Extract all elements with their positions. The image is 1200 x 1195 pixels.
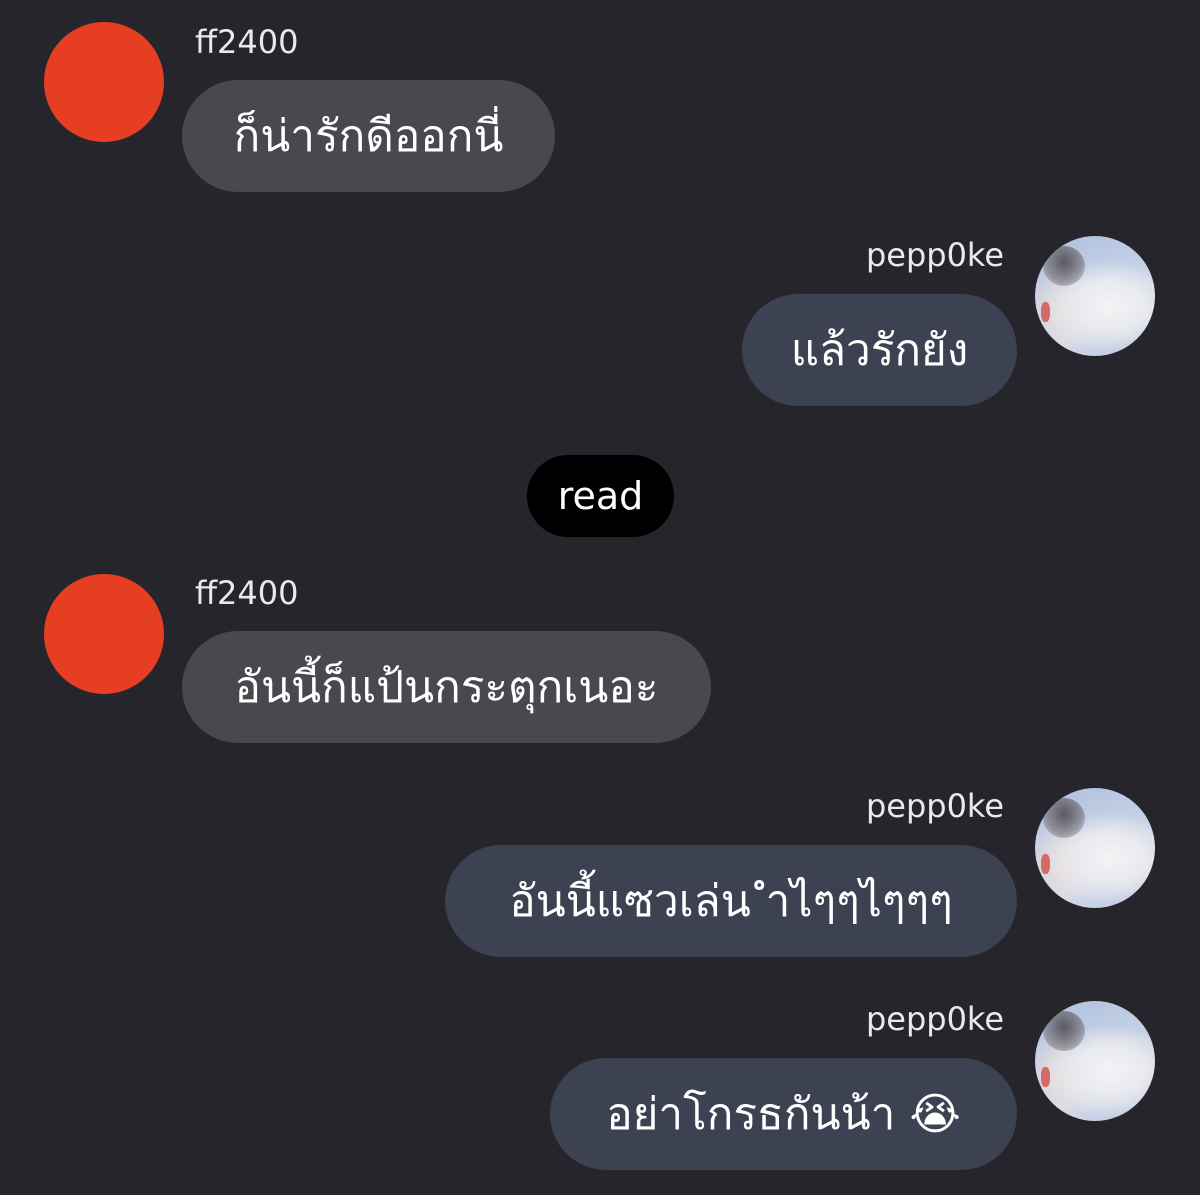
avatar-pepp0ke[interactable] xyxy=(1035,236,1155,356)
message-bubble[interactable]: ก็น่ารักดีออกนี่ xyxy=(182,80,555,192)
message-bubble[interactable]: แล้วรักยัง xyxy=(742,294,1017,406)
avatar-photo-hair xyxy=(1043,1011,1085,1051)
message-bubble[interactable]: อันนี้แซวเล่น ำไๆๆไๆๆๆ xyxy=(445,845,1017,957)
avatar-ff2400[interactable] xyxy=(44,574,164,694)
sender-name: pepp0ke xyxy=(865,787,1004,825)
avatar-photo-hair xyxy=(1043,246,1085,286)
avatar-photo-lip xyxy=(1041,854,1050,874)
sender-name: pepp0ke xyxy=(865,236,1004,274)
message-bubble[interactable]: อย่าโกรธกันน้า 😭 xyxy=(550,1058,1017,1170)
avatar-pepp0ke[interactable] xyxy=(1035,1001,1155,1121)
avatar-pepp0ke[interactable] xyxy=(1035,788,1155,908)
read-status-badge: read xyxy=(527,455,674,537)
avatar-photo-lip xyxy=(1041,1067,1050,1087)
sender-name: ff2400 xyxy=(195,574,299,612)
message-bubble[interactable]: อันนี้ก็แป้นกระตุกเนอะ xyxy=(182,631,711,743)
sender-name: ff2400 xyxy=(195,23,299,61)
avatar-photo-hair xyxy=(1043,798,1085,838)
avatar-photo-lip xyxy=(1041,302,1050,322)
sender-name: pepp0ke xyxy=(865,1000,1004,1038)
avatar-ff2400[interactable] xyxy=(44,22,164,142)
